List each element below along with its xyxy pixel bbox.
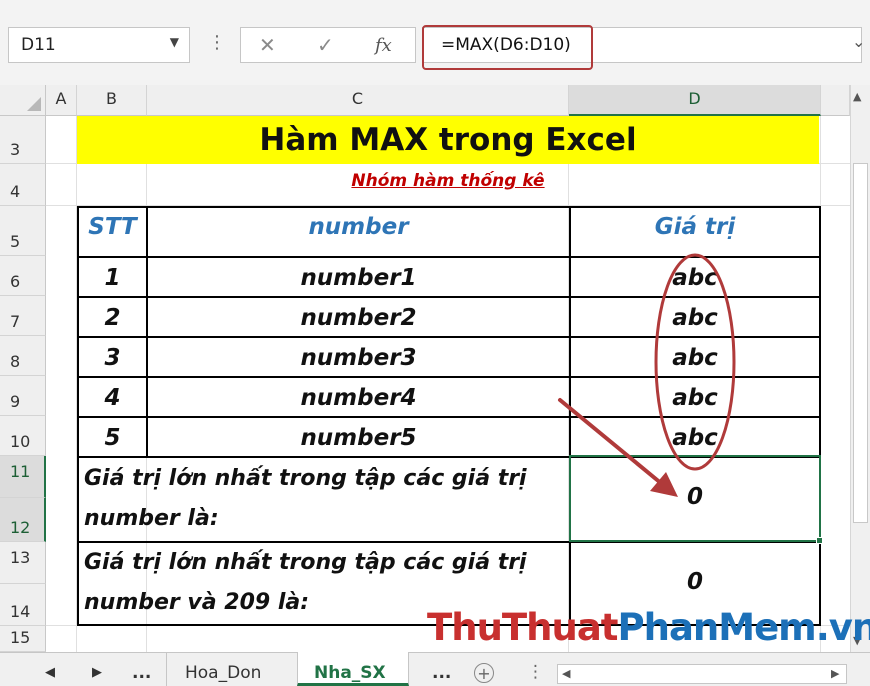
watermark-part: ThuThuat — [427, 606, 618, 649]
more-vertical-icon: ⋮ — [527, 662, 544, 682]
annotation-overlay — [558, 253, 736, 497]
tab-overflow-right[interactable]: ... — [432, 663, 451, 683]
add-sheet-icon[interactable]: + — [474, 663, 494, 683]
scroll-up-icon[interactable]: ▲ — [853, 90, 861, 103]
annotation-ellipse — [654, 253, 736, 471]
annotation-arrow-line — [558, 398, 664, 486]
hscroll-left-icon[interactable]: ◀ — [562, 667, 570, 680]
watermark: ThuThuatPhanMem.vn — [427, 606, 870, 649]
watermark-part: .vn — [815, 606, 870, 649]
vertical-scroll-thumb[interactable] — [853, 163, 868, 523]
hscroll-right-icon[interactable]: ▶ — [831, 667, 839, 680]
horizontal-scrollbar[interactable] — [557, 664, 847, 684]
sheet-tab-nha-sx[interactable]: Nha_SX — [314, 663, 386, 683]
watermark-part: PhanMem — [617, 606, 817, 649]
tab-scroll-left-icon[interactable]: ◀ — [45, 665, 55, 680]
tab-scroll-right-icon[interactable]: ▶ — [92, 665, 102, 680]
tab-overflow-left[interactable]: ... — [132, 663, 151, 683]
sheet-tab-hoa-don[interactable]: Hoa_Don — [185, 663, 261, 683]
tab-divider — [166, 652, 167, 686]
